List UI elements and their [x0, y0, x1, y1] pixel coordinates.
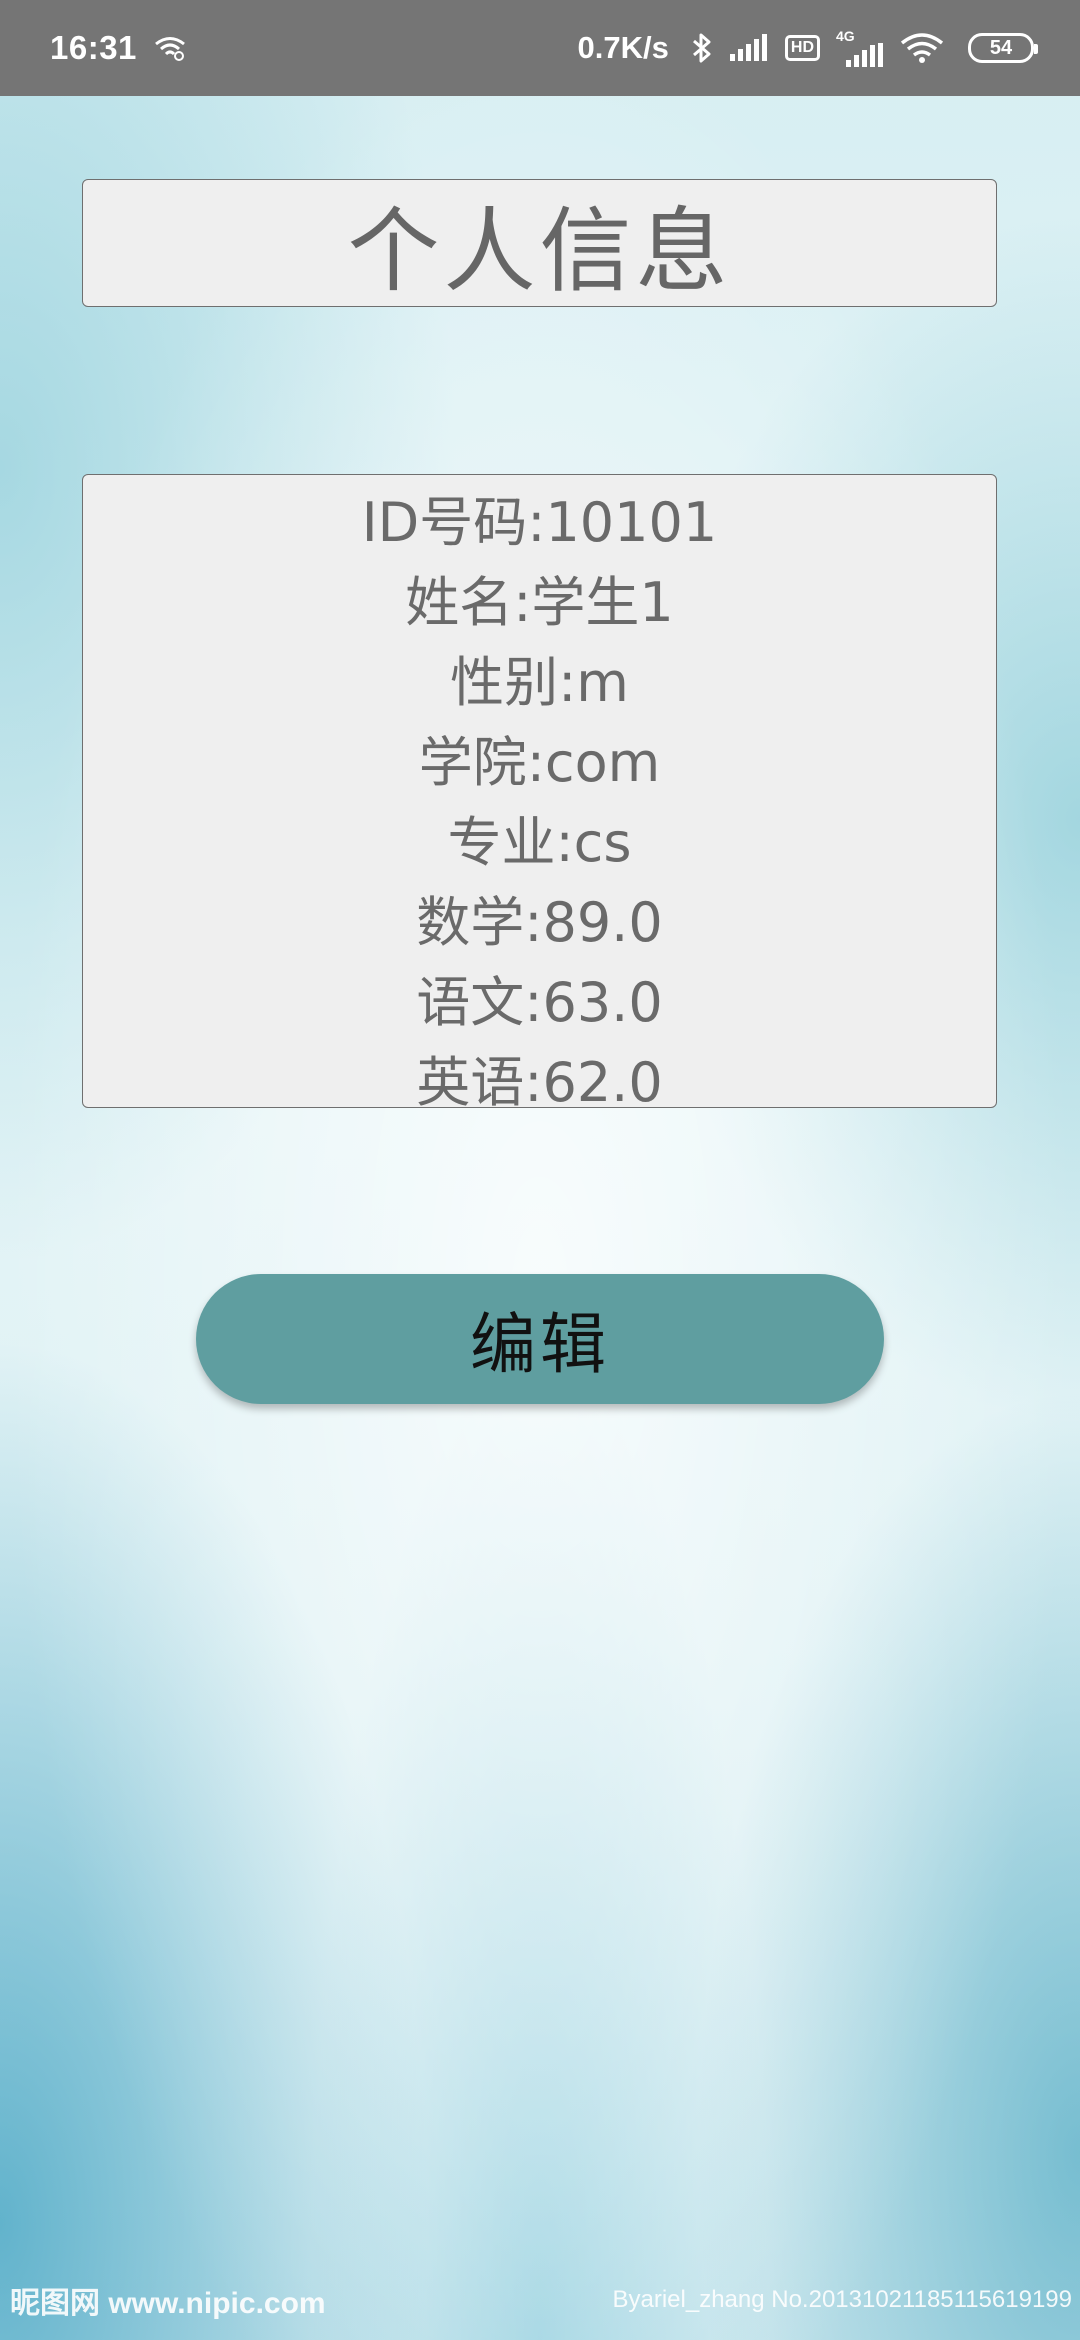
status-time: 16:31	[50, 29, 137, 66]
page-title: 个人信息	[347, 197, 732, 305]
wifi-icon	[900, 33, 944, 63]
network-type-label: 4G	[836, 28, 855, 44]
info-name: 姓名:学生1	[405, 571, 674, 634]
info-math-score: 数学:89.0	[416, 891, 663, 954]
info-gender: 性别:m	[450, 651, 629, 714]
info-chinese-score: 语文:63.0	[416, 971, 663, 1034]
network-speed: 0.7K/s	[577, 30, 669, 65]
personal-info-panel: ID号码:10101 姓名:学生1 性别:m 学院:com 专业:cs 数学:8…	[82, 474, 997, 1108]
signal-4g-icon: 4G	[836, 29, 884, 67]
status-bar: 16:31 0.7K/s HD 4G 54	[0, 0, 1080, 96]
watermark-left: 昵图网 www.nipic.com	[10, 2287, 326, 2320]
edit-button-label: 编辑	[470, 1306, 610, 1383]
page-title-box: 个人信息	[82, 179, 997, 307]
edit-button[interactable]: 编辑	[196, 1274, 884, 1404]
info-major: 专业:cs	[447, 811, 632, 874]
info-english-score: 英语:62.0	[416, 1051, 663, 1108]
info-id: ID号码:10101	[361, 491, 718, 554]
signal-strength-icon	[729, 34, 769, 62]
wifi-hotspot-icon	[153, 35, 187, 61]
battery-level: 54	[989, 36, 1013, 59]
info-college: 学院:com	[418, 731, 661, 794]
watercolor-background	[0, 0, 1080, 2340]
battery-icon: 54	[968, 33, 1038, 63]
hd-voice-badge: HD	[784, 35, 820, 61]
watermark-right: Byariel_zhang No.20131021185115619199	[612, 2286, 1072, 2313]
bluetooth-icon	[691, 32, 713, 64]
